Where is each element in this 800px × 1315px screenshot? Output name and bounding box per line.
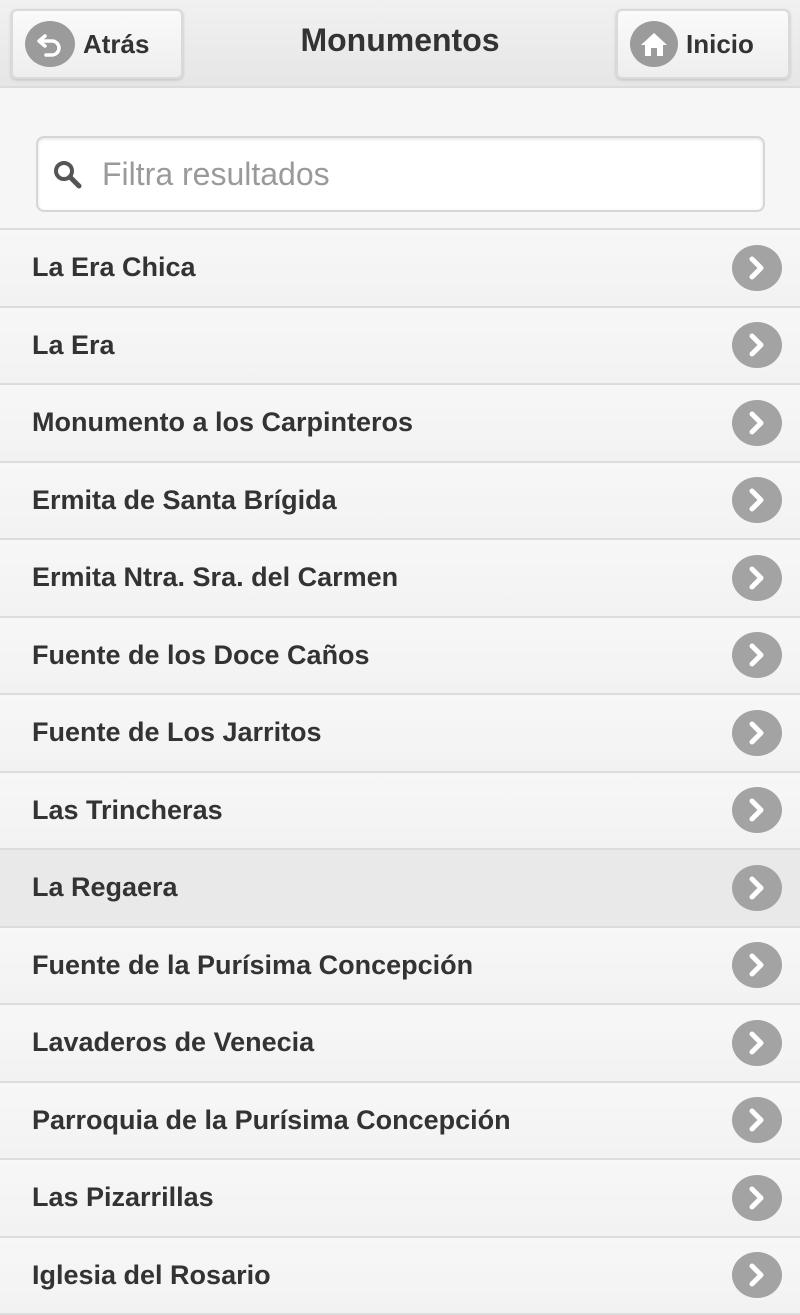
chevron-right-icon bbox=[732, 787, 782, 833]
list-item[interactable]: Fuente de Los Jarritos bbox=[0, 695, 800, 773]
back-arrow-icon bbox=[25, 21, 75, 67]
chevron-right-icon bbox=[732, 1252, 782, 1298]
list-item-label: Parroquia de la Purísima Concepción bbox=[0, 1105, 511, 1136]
list-item[interactable]: Parroquia de la Purísima Concepción bbox=[0, 1083, 800, 1161]
list-item-label: La Regaera bbox=[0, 872, 178, 903]
list-item[interactable]: Ermita Ntra. Sra. del Carmen bbox=[0, 540, 800, 618]
list-item-label: La Era Chica bbox=[0, 252, 196, 283]
back-button[interactable]: Atrás bbox=[11, 9, 183, 79]
list-item-label: Fuente de Los Jarritos bbox=[0, 717, 322, 748]
list-item-label: Ermita Ntra. Sra. del Carmen bbox=[0, 562, 398, 593]
list-item[interactable]: Ermita de Santa Brígida bbox=[0, 463, 800, 541]
list-item-label: Fuente de la Purísima Concepción bbox=[0, 950, 473, 981]
monument-list: La Era Chica La Era Monumento a los Carp… bbox=[0, 230, 800, 1315]
chevron-right-icon bbox=[732, 632, 782, 678]
header-bar: Atrás Monumentos Inicio bbox=[0, 0, 800, 88]
list-item-label: Lavaderos de Venecia bbox=[0, 1027, 314, 1058]
list-item[interactable]: Las Trincheras bbox=[0, 773, 800, 851]
list-item[interactable]: Iglesia del Rosario bbox=[0, 1238, 800, 1315]
list-item[interactable]: Lavaderos de Venecia bbox=[0, 1005, 800, 1083]
list-item[interactable]: Monumento a los Carpinteros bbox=[0, 385, 800, 463]
list-item-label: La Era bbox=[0, 330, 115, 361]
chevron-right-icon bbox=[732, 400, 782, 446]
list-item-label: Fuente de los Doce Caños bbox=[0, 640, 370, 671]
list-item-label: Las Pizarrillas bbox=[0, 1182, 214, 1213]
list-item[interactable]: Fuente de la Purísima Concepción bbox=[0, 928, 800, 1006]
home-button[interactable]: Inicio bbox=[616, 9, 790, 79]
search-box[interactable] bbox=[36, 136, 765, 212]
list-item[interactable]: La Era bbox=[0, 308, 800, 386]
list-item[interactable]: Las Pizarrillas bbox=[0, 1160, 800, 1238]
chevron-right-icon bbox=[732, 477, 782, 523]
list-item-label: Las Trincheras bbox=[0, 795, 223, 826]
search-section bbox=[0, 90, 800, 230]
search-icon bbox=[52, 159, 82, 189]
list-item[interactable]: La Regaera bbox=[0, 850, 800, 928]
search-input[interactable] bbox=[102, 156, 722, 193]
list-item-label: Ermita de Santa Brígida bbox=[0, 485, 337, 516]
chevron-right-icon bbox=[732, 942, 782, 988]
chevron-right-icon bbox=[732, 865, 782, 911]
chevron-right-icon bbox=[732, 322, 782, 368]
chevron-right-icon bbox=[732, 245, 782, 291]
home-icon bbox=[630, 21, 678, 67]
list-item-label: Monumento a los Carpinteros bbox=[0, 407, 413, 438]
chevron-right-icon bbox=[732, 1097, 782, 1143]
home-button-label: Inicio bbox=[686, 29, 754, 60]
list-item-label: Iglesia del Rosario bbox=[0, 1260, 271, 1291]
chevron-right-icon bbox=[732, 1175, 782, 1221]
chevron-right-icon bbox=[732, 1020, 782, 1066]
chevron-right-icon bbox=[732, 710, 782, 756]
back-button-label: Atrás bbox=[83, 29, 149, 60]
page-title: Monumentos bbox=[200, 22, 600, 59]
list-item[interactable]: Fuente de los Doce Caños bbox=[0, 618, 800, 696]
list-item[interactable]: La Era Chica bbox=[0, 230, 800, 308]
chevron-right-icon bbox=[732, 555, 782, 601]
